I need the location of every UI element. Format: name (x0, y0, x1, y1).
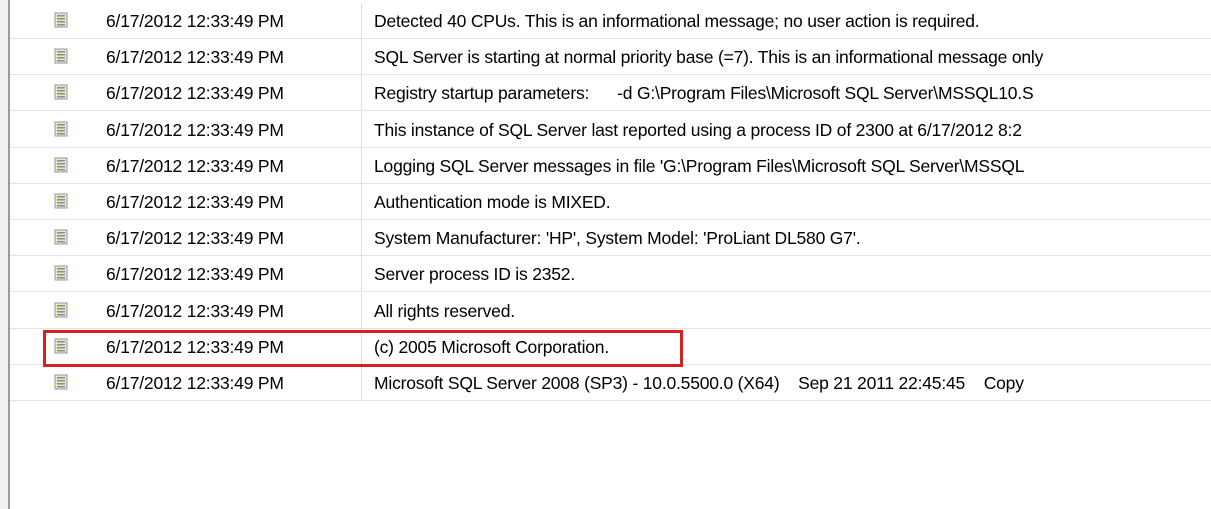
log-date: 6/17/2012 12:33:49 PM (106, 11, 284, 31)
log-message: Microsoft SQL Server 2008 (SP3) - 10.0.5… (374, 373, 1024, 393)
log-entry-icon (54, 157, 68, 173)
log-row[interactable]: 6/17/2012 12:33:49 PM Registry startup pa… (10, 75, 1211, 112)
log-message: SQL Server is starting at normal priorit… (374, 47, 1044, 68)
log-entry-icon (54, 302, 68, 318)
log-entry-icon (54, 338, 68, 354)
log-message: (c) 2005 Microsoft Corporation. (374, 336, 610, 357)
log-row[interactable]: 6/17/2012 12:33:49 PM System Manufacturer… (10, 220, 1211, 257)
log-date: 6/17/2012 12:33:49 PM (106, 300, 284, 321)
log-message: Detected 40 CPUs. This is an information… (374, 11, 980, 31)
left-panel-edge (0, 0, 10, 509)
log-entries-grid[interactable]: 6/17/2012 12:33:49 PM Detected 40 CPUs. T… (10, 0, 1211, 509)
column-divider (361, 39, 362, 76)
log-entry-icon (54, 12, 68, 28)
log-entry-icon (54, 84, 68, 100)
column-divider (361, 147, 362, 184)
log-message: Server process ID is 2352. (374, 264, 575, 285)
log-date: 6/17/2012 12:33:49 PM (106, 373, 284, 393)
log-entry-icon (54, 193, 68, 209)
log-row[interactable]: 6/17/2012 12:33:49 PM SQL Server is start… (10, 39, 1211, 76)
log-entry-icon (54, 229, 68, 245)
log-date: 6/17/2012 12:33:49 PM (106, 155, 284, 176)
log-date: 6/17/2012 12:33:49 PM (106, 264, 284, 285)
column-divider (361, 365, 362, 401)
log-row[interactable]: 6/17/2012 12:33:49 PM (c) 2005 Microsoft … (10, 328, 1211, 365)
column-divider (361, 328, 362, 365)
log-date: 6/17/2012 12:33:49 PM (106, 83, 284, 104)
column-divider (361, 256, 362, 293)
log-row[interactable]: 6/17/2012 12:33:49 PM Detected 40 CPUs. T… (10, 3, 1211, 39)
log-date: 6/17/2012 12:33:49 PM (106, 192, 284, 212)
column-divider (361, 220, 362, 257)
log-row[interactable]: 6/17/2012 12:33:49 PM Logging SQL Server … (10, 147, 1211, 184)
log-date: 6/17/2012 12:33:49 PM (106, 47, 284, 68)
log-row[interactable]: 6/17/2012 12:33:49 PM Server process ID i… (10, 256, 1211, 293)
log-message: This instance of SQL Server last reporte… (374, 119, 1022, 140)
log-date: 6/17/2012 12:33:49 PM (106, 228, 284, 249)
column-divider (361, 75, 362, 112)
log-date: 6/17/2012 12:33:49 PM (106, 336, 284, 357)
log-message: Authentication mode is MIXED. (374, 192, 611, 212)
log-entry-icon (54, 265, 68, 281)
log-row[interactable]: 6/17/2012 12:33:49 PM Authentication mode… (10, 184, 1211, 220)
log-row[interactable]: 6/17/2012 12:33:49 PM This instance of SQ… (10, 111, 1211, 148)
log-row[interactable]: 6/17/2012 12:33:49 PM Microsoft SQL Serve… (10, 365, 1211, 401)
log-message: Logging SQL Server messages in file 'G:\… (374, 155, 1025, 176)
log-entry-icon (54, 121, 68, 137)
column-divider (361, 292, 362, 329)
log-date: 6/17/2012 12:33:49 PM (106, 119, 284, 140)
column-divider (361, 184, 362, 220)
log-entry-icon (54, 374, 68, 390)
column-divider (361, 3, 362, 39)
log-row[interactable]: 6/17/2012 12:33:49 PM All rights reserved… (10, 292, 1211, 329)
log-message: System Manufacturer: 'HP', System Model:… (374, 228, 861, 249)
log-message: All rights reserved. (374, 300, 515, 321)
column-divider (361, 111, 362, 148)
log-entry-icon (54, 48, 68, 64)
log-message: Registry startup parameters: -d G:\Progr… (374, 83, 1034, 104)
